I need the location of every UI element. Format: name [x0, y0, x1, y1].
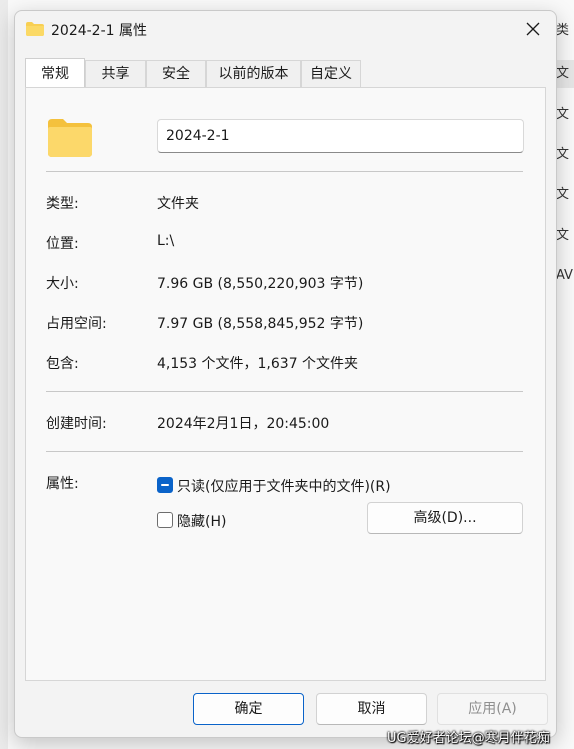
type-value: 文件夹	[157, 196, 199, 212]
type-label: 类型:	[46, 196, 79, 212]
dialog-title: 2024-2-1 属性	[51, 23, 147, 39]
size-label: 大小:	[46, 276, 79, 292]
readonly-checkbox[interactable]	[157, 477, 173, 493]
folder-name-input[interactable]	[157, 119, 524, 153]
apply-button[interactable]: 应用(A)	[437, 693, 548, 725]
location-label: 位置:	[46, 236, 79, 252]
ok-button[interactable]: 确定	[193, 693, 304, 725]
created-label: 创建时间:	[46, 416, 107, 432]
tab-customize[interactable]: 自定义	[301, 60, 361, 87]
size-on-disk-label: 占用空间:	[46, 316, 107, 332]
title-bar[interactable]: 2024-2-1 属性	[15, 11, 556, 49]
attributes-label: 属性:	[46, 476, 79, 492]
tab-general[interactable]: 常规	[25, 58, 85, 87]
hidden-checkbox-label[interactable]: 隐藏(H)	[177, 511, 226, 531]
created-value: 2024年2月1日，20:45:00	[157, 416, 330, 432]
divider	[46, 391, 523, 392]
location-value: L:\	[157, 233, 175, 249]
hidden-checkbox[interactable]	[157, 512, 173, 528]
folder-icon	[48, 119, 92, 157]
tab-sharing[interactable]: 共享	[85, 60, 146, 87]
close-button[interactable]	[510, 11, 556, 47]
advanced-button[interactable]: 高级(D)...	[367, 502, 523, 534]
background-window-edge	[0, 0, 8, 749]
size-value: 7.96 GB (8,550,220,903 字节)	[157, 276, 364, 292]
tab-previous-versions[interactable]: 以前的版本	[206, 60, 301, 87]
contains-value: 4,153 个文件，1,637 个文件夹	[157, 356, 359, 372]
folder-icon	[26, 22, 44, 36]
divider	[46, 451, 523, 452]
divider	[46, 171, 523, 172]
close-icon	[526, 22, 540, 36]
tab-security[interactable]: 安全	[146, 60, 206, 87]
readonly-checkbox-label[interactable]: 只读(仅应用于文件夹中的文件)(R)	[177, 476, 391, 496]
cancel-button[interactable]: 取消	[316, 693, 427, 725]
contains-label: 包含:	[46, 356, 79, 372]
general-tab-panel: 类型: 文件夹 位置: L:\ 大小: 7.96 GB (8,550,220,9…	[25, 87, 546, 681]
watermark-text: UG爱好者论坛@寒月伴花痴	[387, 731, 550, 746]
properties-dialog: 2024-2-1 属性 常规 共享 安全 以前的版本 自定义 类型: 文件夹 位…	[14, 10, 557, 738]
size-on-disk-value: 7.97 GB (8,558,845,952 字节)	[157, 316, 364, 332]
